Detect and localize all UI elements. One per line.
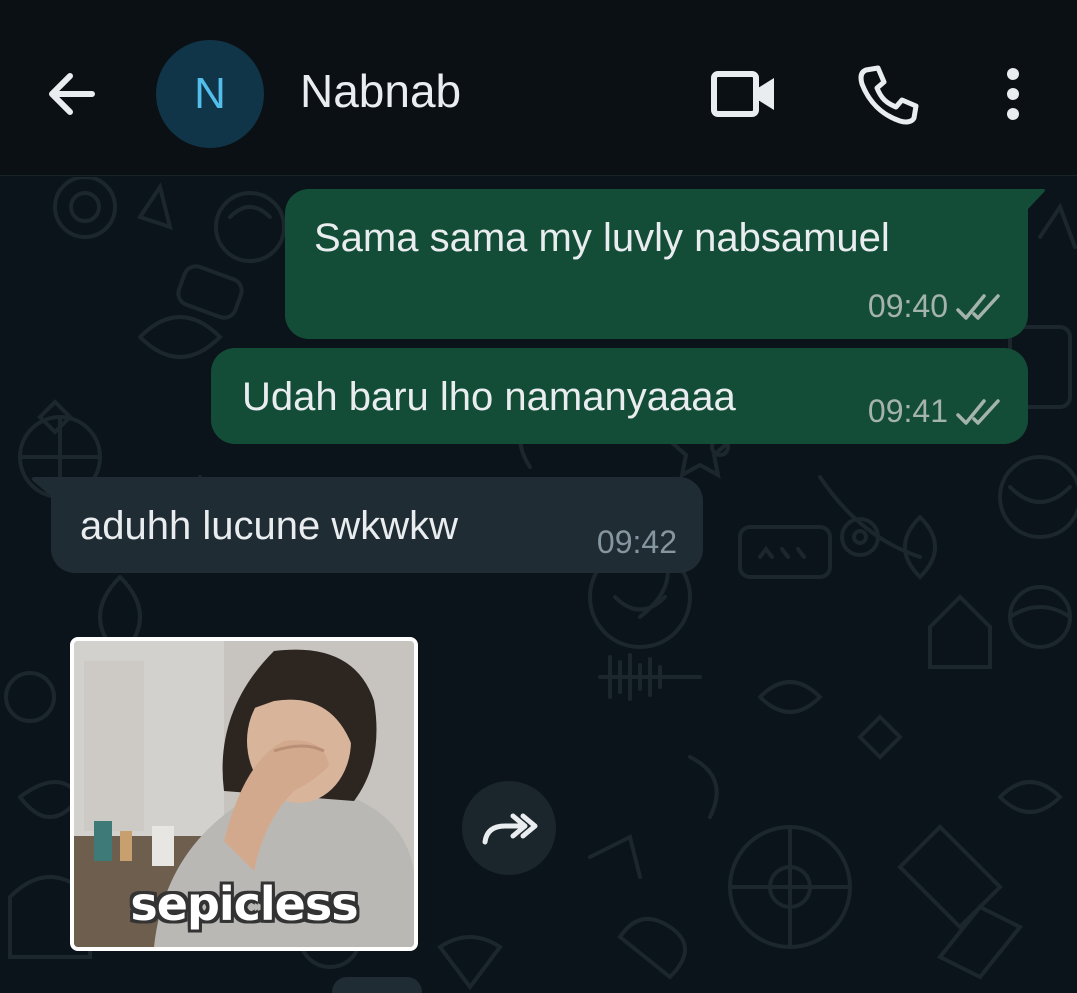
message-text: Udah baru lho namanyaaaa — [242, 375, 736, 419]
message-text: aduhh lucune wkwkw — [80, 504, 458, 548]
message-time: 09:40 — [867, 288, 948, 325]
avatar[interactable]: N — [156, 40, 264, 148]
back-arrow-icon — [49, 73, 95, 115]
message-bubble[interactable]: aduhh lucune wkwkw 09:42 — [51, 477, 703, 573]
forward-icon — [482, 813, 538, 845]
more-options-button[interactable] — [995, 64, 1031, 128]
double-check-icon — [956, 293, 1000, 320]
forward-button[interactable] — [462, 781, 556, 875]
video-call-button[interactable] — [708, 64, 780, 124]
sticker-caption: sepicless — [130, 877, 358, 931]
next-message-peek — [332, 977, 422, 993]
message-time: 09:41 — [867, 393, 948, 430]
double-check-icon — [956, 398, 1000, 425]
back-button[interactable] — [40, 62, 104, 126]
more-vert-icon — [1007, 68, 1019, 120]
voice-call-button[interactable] — [854, 62, 920, 126]
chat-area[interactable]: Sama sama my luvly nabsamuel 09:40 Udah … — [0, 177, 1077, 993]
message-text: Sama sama my luvly nabsamuel — [314, 216, 890, 260]
message-meta: 09:40 — [868, 288, 1002, 325]
message-bubble[interactable]: Sama sama my luvly nabsamuel 09:40 — [285, 189, 1028, 339]
message-bubble[interactable]: Udah baru lho namanyaaaa 09:41 — [211, 348, 1028, 444]
sticker-message[interactable]: sepicless — [70, 637, 418, 951]
message-meta: 09:42 — [597, 524, 677, 561]
chat-header: N Nabnab — [0, 0, 1077, 176]
bubble-tail — [1022, 189, 1045, 209]
message-time: 09:42 — [596, 524, 677, 561]
video-call-icon — [711, 71, 774, 117]
phone-icon — [858, 65, 919, 125]
message-meta: 09:41 — [868, 393, 1002, 430]
contact-name[interactable]: Nabnab — [300, 64, 461, 118]
avatar-initial: N — [194, 69, 226, 118]
